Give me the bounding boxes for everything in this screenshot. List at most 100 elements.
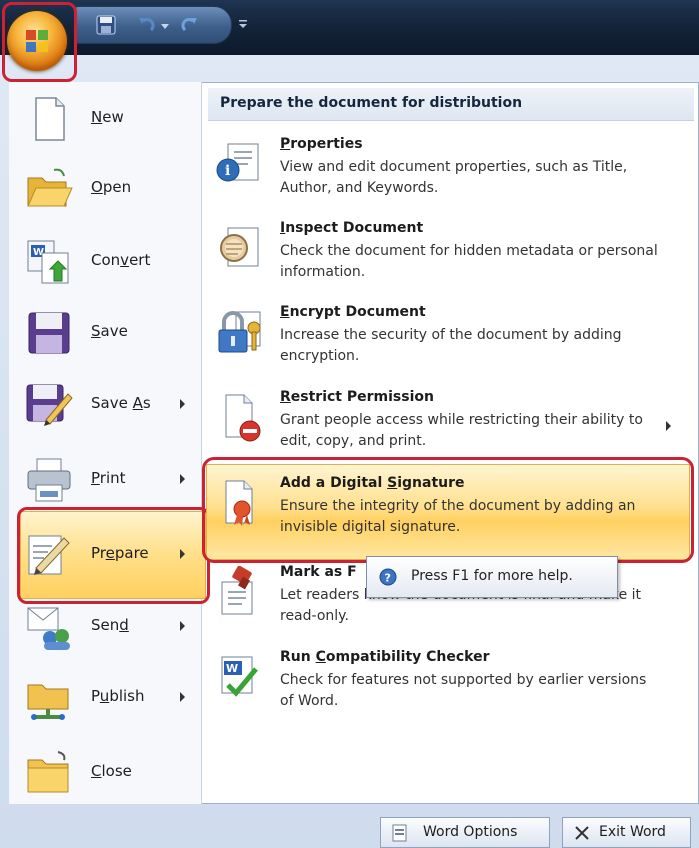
item-title: Restrict Permission: [280, 389, 434, 405]
exit-word-button[interactable]: Exit Word: [562, 817, 691, 848]
menu-item-label: Close: [91, 762, 132, 780]
prepare-highlight-outline: [17, 507, 210, 604]
label-rest: ave: [100, 322, 128, 340]
svg-text:i: i: [225, 163, 230, 179]
title-bar: [0, 0, 699, 55]
submenu-arrow-icon: [180, 692, 185, 702]
prepare-item-compatibility-checker[interactable]: W Run Compatibility Checker Check for fe…: [210, 643, 690, 727]
help-tooltip: ? Press F1 for more help.: [366, 556, 618, 598]
exit-word-label: Exit Word: [599, 824, 666, 840]
send-icon: [27, 607, 70, 650]
menu-item-convert[interactable]: W Convert: [14, 229, 198, 295]
office-button-highlight: [2, 2, 77, 82]
label-start: Sen: [91, 616, 120, 634]
word-options-icon: [392, 824, 407, 842]
item-title-text: Mark as F: [280, 564, 357, 580]
menu-item-new[interactable]: New: [14, 86, 198, 152]
label-start: Con: [91, 251, 121, 269]
label-rest: lose: [101, 762, 132, 780]
undo-dropdown-icon[interactable]: [159, 14, 171, 36]
prepare-item-restrict-permission[interactable]: Restrict Permission Grant people access …: [210, 383, 690, 467]
word-options-button[interactable]: Word Options: [380, 817, 550, 848]
prepare-panel-header: Prepare the document for distribution: [208, 88, 694, 121]
menu-item-close[interactable]: Close: [14, 740, 198, 806]
menu-item-label: Print: [91, 469, 126, 487]
submenu-arrow-icon: [180, 474, 185, 484]
close-x-icon: [575, 826, 589, 840]
item-title: Encrypt Document: [280, 304, 426, 320]
accelerator-key: R: [280, 389, 291, 405]
item-title: Mark as F: [280, 564, 357, 580]
label-rest: ert: [129, 251, 151, 269]
quick-access-toolbar: [74, 6, 232, 44]
digital-signature-highlight-outline: [202, 457, 694, 563]
accelerator-key: S: [91, 322, 101, 340]
encrypt-lock-icon: [218, 311, 261, 353]
item-description: View and edit document properties, such …: [280, 159, 628, 196]
prepare-item-inspect-document[interactable]: Inspect Document Check the document for …: [210, 214, 690, 298]
item-description: Check the document for hidden metadata o…: [280, 243, 658, 280]
label-rest: s: [142, 394, 151, 412]
submenu-arrow-icon: [666, 421, 671, 431]
save-disk-icon: [28, 312, 70, 354]
menu-item-label: Convert: [91, 251, 150, 269]
convert-icon: W: [27, 240, 69, 284]
label-rest: pen: [102, 178, 132, 196]
menu-item-label: Send: [91, 616, 129, 634]
menu-item-label: Save: [91, 322, 128, 340]
panel-heading: Prepare the document for distribution: [220, 95, 523, 111]
menu-item-send[interactable]: Send: [14, 594, 198, 660]
submenu-arrow-icon: [180, 621, 185, 631]
accelerator-key: v: [120, 251, 130, 269]
accelerator-key: I: [280, 220, 286, 236]
item-title: Properties: [280, 136, 363, 152]
item-description: Grant people access while restricting th…: [280, 412, 643, 449]
inspect-document-icon: [220, 227, 259, 267]
item-title: Run Compatibility Checker: [280, 649, 490, 665]
accelerator-key: N: [91, 108, 103, 126]
submenu-arrow-icon: [180, 399, 185, 409]
menu-item-label: Save As: [91, 394, 151, 412]
undo-icon[interactable]: [135, 14, 157, 36]
accelerator-key: C: [91, 762, 102, 780]
open-folder-icon: [27, 168, 73, 207]
publish-icon: [27, 684, 69, 720]
tooltip-text: Press F1 for more help.: [411, 568, 573, 584]
accelerator-key: E: [280, 304, 290, 320]
accelerator-key: C: [315, 649, 326, 665]
redo-icon[interactable]: [179, 14, 201, 36]
save-icon[interactable]: [95, 14, 117, 36]
customize-toolbar-icon[interactable]: [236, 17, 250, 31]
accelerator-key: u: [99, 687, 110, 705]
prepare-item-encrypt-document[interactable]: Encrypt Document Increase the security o…: [210, 298, 690, 382]
label-rest: rint: [99, 469, 126, 487]
label-start: Save: [91, 394, 133, 412]
close-folder-icon: [27, 751, 69, 793]
svg-text:?: ?: [385, 572, 391, 585]
item-title: Inspect Document: [280, 220, 424, 236]
menu-item-label: Open: [91, 178, 131, 196]
accelerator-key: P: [280, 136, 291, 152]
restrict-permission-icon: [225, 394, 261, 442]
label-rest: ew: [102, 108, 124, 126]
properties-icon: i: [216, 143, 259, 182]
help-icon: ?: [379, 568, 397, 586]
label-start: P: [91, 687, 100, 705]
compatibility-checker-icon: W: [221, 656, 258, 697]
prepare-item-properties[interactable]: i Properties View and edit document prop…: [210, 130, 690, 214]
label-rest: blish: [109, 687, 145, 705]
new-document-icon: [35, 97, 65, 141]
item-description: Check for features not supported by earl…: [280, 672, 647, 709]
menu-item-publish[interactable]: Publish: [14, 665, 198, 731]
printer-icon: [27, 458, 71, 502]
menu-item-label: Publish: [91, 687, 145, 705]
menu-item-open[interactable]: Open: [14, 156, 198, 222]
accelerator-key: O: [91, 178, 103, 196]
menu-item-save-as[interactable]: Save As: [14, 372, 198, 438]
svg-text:W: W: [226, 662, 238, 675]
menu-item-save[interactable]: Save: [14, 300, 198, 366]
menu-item-label: New: [91, 108, 124, 126]
menu-item-print[interactable]: Print: [14, 447, 198, 513]
mark-final-icon: [221, 566, 253, 615]
save-as-icon: [26, 384, 73, 426]
